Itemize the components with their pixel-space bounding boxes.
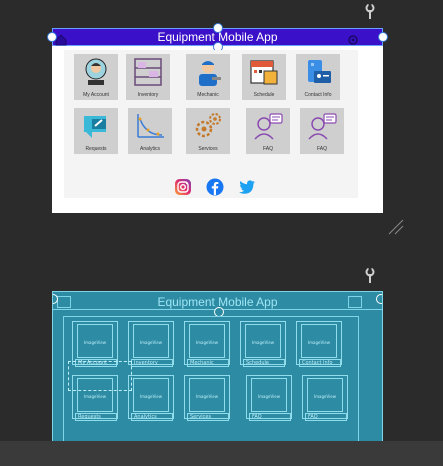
tile-my-account[interactable]: My Account (74, 54, 118, 100)
user-icon (85, 58, 107, 85)
bp-tile-schedule[interactable]: ImageView Schedule (240, 321, 286, 367)
chart-icon (137, 114, 164, 138)
design-preview[interactable]: Equipment Mobile App My Account Inventor… (47, 23, 388, 213)
blueprint-handle-right[interactable] (376, 294, 382, 304)
bp-tile-my-account[interactable]: ImageView My Account (72, 321, 118, 367)
bp-tile-faq-1[interactable]: ImageView FAQ (246, 375, 292, 421)
contact-icon (308, 60, 331, 83)
faq-icon (308, 113, 337, 140)
request-icon (84, 116, 106, 138)
tile-faq-2[interactable]: FAQ (300, 108, 344, 154)
tile-schedule[interactable]: Schedule (242, 54, 286, 100)
resize-handle-left[interactable] (47, 32, 57, 42)
blueprint-menu-grid: ImageView My Account ImageView Inventory I… (63, 316, 359, 450)
editor-canvas: Equipment Mobile App My Account Inventor… (0, 0, 443, 466)
bp-tile-analytics[interactable]: ImageView Analytics (128, 375, 174, 421)
facebook-icon[interactable] (206, 178, 224, 196)
resize-grip-icon[interactable] (387, 218, 405, 236)
tile-services[interactable]: Services (186, 108, 230, 154)
faq-icon (254, 113, 283, 140)
bottom-toolbar (0, 441, 443, 466)
bp-tile-services[interactable]: ImageView Services (184, 375, 230, 421)
instagram-icon[interactable] (174, 178, 192, 196)
selection-outline (68, 361, 132, 391)
twitter-icon[interactable] (238, 178, 256, 196)
tile-mechanic[interactable]: Mechanic (186, 54, 230, 100)
mechanic-icon (199, 61, 221, 86)
tile-requests[interactable]: Requests (74, 108, 118, 154)
blueprint-preview[interactable]: Equipment Mobile App ImageView My Account… (52, 291, 383, 451)
wrench-icon[interactable] (364, 267, 376, 284)
tile-inventory[interactable]: Inventory (126, 54, 170, 100)
bp-tile-mechanic[interactable]: ImageView Mechanic (184, 321, 230, 367)
shelves-icon (134, 58, 162, 86)
resize-handle-right[interactable] (378, 32, 388, 42)
settings-icon (347, 31, 359, 45)
tile-contact-info[interactable]: Contact Info (296, 54, 340, 100)
calendar-icon (250, 60, 278, 85)
bp-tile-faq-2[interactable]: ImageView FAQ (302, 375, 348, 421)
gears-icon (195, 113, 221, 138)
bp-tile-contact-info[interactable]: ImageView Contact Info (296, 321, 342, 367)
bp-tile-inventory[interactable]: ImageView Inventory (128, 321, 174, 367)
wrench-icon[interactable] (364, 3, 376, 20)
resize-handle-top[interactable] (213, 23, 223, 33)
menu-grid: My Account Inventory Mechanic Schedule C… (64, 50, 358, 198)
settings-icon-outline (348, 296, 362, 308)
tile-analytics[interactable]: Analytics (128, 108, 172, 154)
tile-faq-1[interactable]: FAQ (246, 108, 290, 154)
